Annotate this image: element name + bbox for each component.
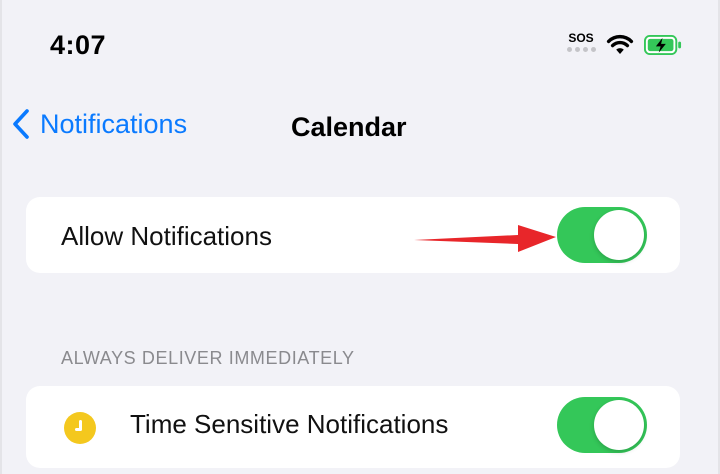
- back-label: Notifications: [40, 108, 188, 139]
- red-arrow-icon: [414, 225, 556, 252]
- status-icons: SOS: [566, 32, 682, 56]
- chevron-left-icon: [13, 109, 29, 139]
- time-sensitive-label: Time Sensitive Notifications: [130, 409, 449, 439]
- time-sensitive-toggle[interactable]: [557, 397, 647, 453]
- status-time: 4:07: [50, 30, 107, 60]
- section-header: ALWAYS DELIVER IMMEDIATELY: [61, 348, 355, 368]
- toggle-knob: [594, 400, 644, 450]
- time-sensitive-row: Time Sensitive Notifications: [26, 386, 680, 468]
- back-button[interactable]: Notifications: [12, 108, 187, 140]
- settings-screen: 4:07 SOS Notifications Calendar Allow No…: [0, 0, 720, 474]
- sos-signal-icon: SOS: [566, 32, 596, 52]
- allow-notifications-row: Allow Notifications: [26, 197, 680, 273]
- sos-label: SOS: [568, 31, 594, 45]
- allow-notifications-label: Allow Notifications: [61, 221, 272, 251]
- toggle-knob: [594, 210, 644, 260]
- page-title: Calendar: [291, 112, 407, 142]
- allow-notifications-toggle[interactable]: [557, 207, 647, 263]
- wifi-icon: [606, 34, 634, 54]
- battery-charging-icon: [644, 35, 682, 55]
- clock-icon: [64, 412, 96, 444]
